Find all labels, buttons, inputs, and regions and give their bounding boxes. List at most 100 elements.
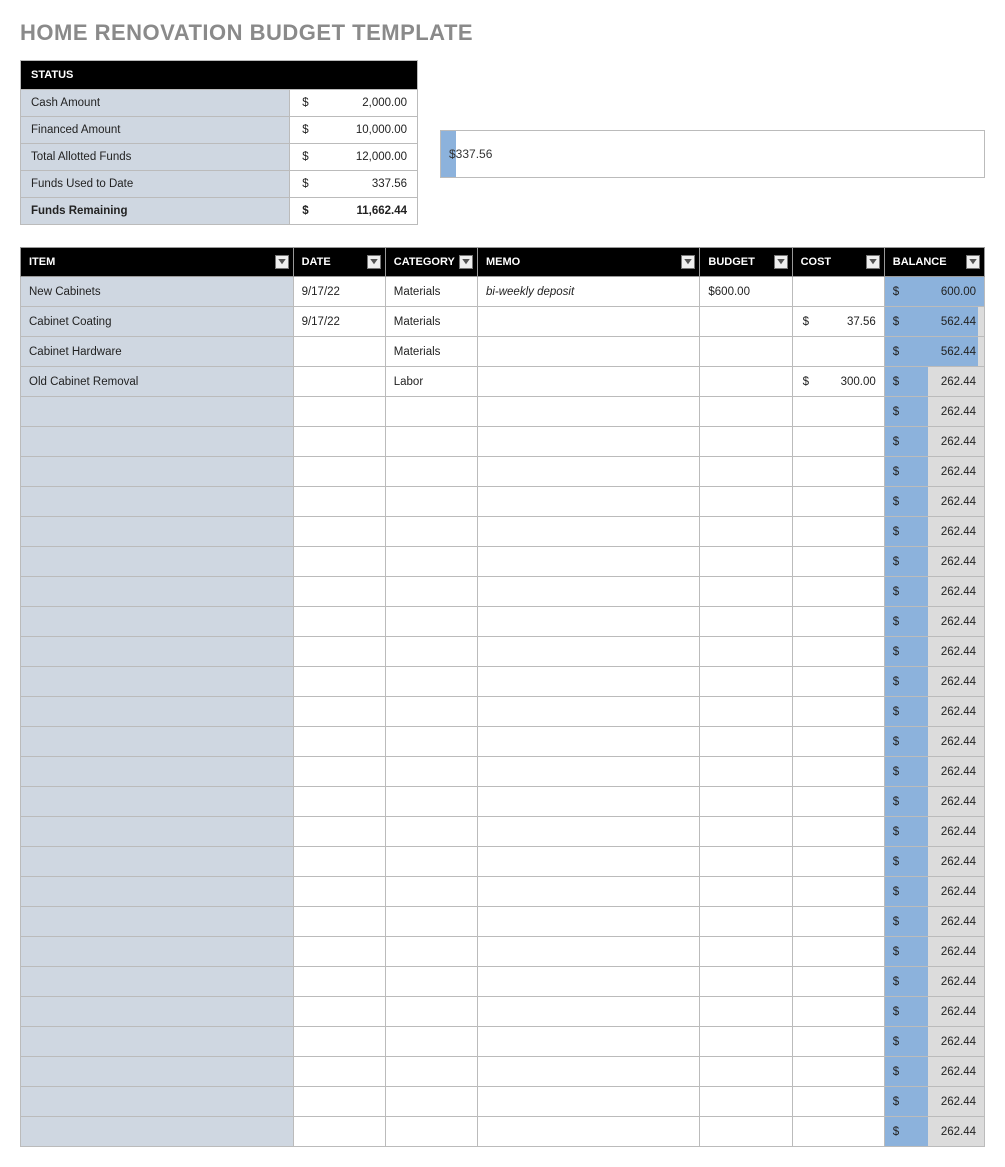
status-label[interactable]: Funds Remaining bbox=[21, 198, 290, 225]
cell-balance[interactable]: $262.44 bbox=[884, 787, 984, 817]
cell-item[interactable] bbox=[21, 727, 294, 757]
cell-balance[interactable]: $262.44 bbox=[884, 607, 984, 637]
cell-item[interactable] bbox=[21, 1057, 294, 1087]
cell-category[interactable] bbox=[385, 667, 477, 697]
filter-dropdown-icon[interactable] bbox=[866, 255, 880, 269]
cell-date[interactable] bbox=[293, 757, 385, 787]
cell-cost[interactable] bbox=[792, 907, 884, 937]
cell-budget[interactable] bbox=[700, 667, 792, 697]
cell-memo[interactable] bbox=[477, 1087, 699, 1117]
cell-balance[interactable]: $262.44 bbox=[884, 487, 984, 517]
cell-date[interactable] bbox=[293, 577, 385, 607]
cell-balance[interactable]: $262.44 bbox=[884, 367, 984, 397]
cell-budget[interactable] bbox=[700, 517, 792, 547]
cell-item[interactable] bbox=[21, 907, 294, 937]
cell-item[interactable] bbox=[21, 697, 294, 727]
cell-category[interactable] bbox=[385, 787, 477, 817]
cell-item[interactable] bbox=[21, 1117, 294, 1147]
cell-cost[interactable]: $37.56 bbox=[792, 307, 884, 337]
cell-item[interactable] bbox=[21, 1027, 294, 1057]
cell-cost[interactable] bbox=[792, 427, 884, 457]
cell-category[interactable] bbox=[385, 427, 477, 457]
cell-cost[interactable] bbox=[792, 667, 884, 697]
cell-memo[interactable] bbox=[477, 907, 699, 937]
cell-memo[interactable] bbox=[477, 727, 699, 757]
cell-date[interactable] bbox=[293, 427, 385, 457]
cell-memo[interactable] bbox=[477, 787, 699, 817]
cell-date[interactable] bbox=[293, 1117, 385, 1147]
cell-date[interactable] bbox=[293, 1057, 385, 1087]
cell-date[interactable] bbox=[293, 877, 385, 907]
cell-memo[interactable] bbox=[477, 757, 699, 787]
cell-item[interactable] bbox=[21, 457, 294, 487]
cell-cost[interactable] bbox=[792, 847, 884, 877]
cell-cost[interactable]: $300.00 bbox=[792, 367, 884, 397]
cell-date[interactable] bbox=[293, 457, 385, 487]
cell-budget[interactable] bbox=[700, 487, 792, 517]
cell-cost[interactable] bbox=[792, 787, 884, 817]
cell-category[interactable]: Materials bbox=[385, 277, 477, 307]
status-value[interactable]: $11,662.44 bbox=[290, 198, 418, 225]
cell-balance[interactable]: $262.44 bbox=[884, 817, 984, 847]
cell-memo[interactable] bbox=[477, 847, 699, 877]
cell-budget[interactable] bbox=[700, 757, 792, 787]
cell-memo[interactable] bbox=[477, 637, 699, 667]
cell-cost[interactable] bbox=[792, 757, 884, 787]
status-label[interactable]: Financed Amount bbox=[21, 117, 290, 144]
cell-item[interactable] bbox=[21, 877, 294, 907]
status-value[interactable]: $12,000.00 bbox=[290, 144, 418, 171]
cell-memo[interactable] bbox=[477, 427, 699, 457]
cell-category[interactable] bbox=[385, 1027, 477, 1057]
cell-balance[interactable]: $600.00 bbox=[884, 277, 984, 307]
cell-balance[interactable]: $262.44 bbox=[884, 457, 984, 487]
cell-category[interactable]: Labor bbox=[385, 367, 477, 397]
cell-budget[interactable] bbox=[700, 397, 792, 427]
cell-memo[interactable] bbox=[477, 1027, 699, 1057]
cell-balance[interactable]: $262.44 bbox=[884, 907, 984, 937]
cell-budget[interactable] bbox=[700, 577, 792, 607]
cell-budget[interactable] bbox=[700, 307, 792, 337]
cell-budget[interactable] bbox=[700, 877, 792, 907]
cell-cost[interactable] bbox=[792, 457, 884, 487]
cell-cost[interactable] bbox=[792, 1027, 884, 1057]
cell-balance[interactable]: $262.44 bbox=[884, 1117, 984, 1147]
cell-date[interactable] bbox=[293, 787, 385, 817]
cell-category[interactable] bbox=[385, 937, 477, 967]
cell-memo[interactable] bbox=[477, 697, 699, 727]
cell-date[interactable] bbox=[293, 697, 385, 727]
cell-category[interactable] bbox=[385, 727, 477, 757]
cell-budget[interactable]: $600.00 bbox=[700, 277, 792, 307]
cell-balance[interactable]: $262.44 bbox=[884, 577, 984, 607]
cell-category[interactable] bbox=[385, 757, 477, 787]
cell-date[interactable] bbox=[293, 817, 385, 847]
cell-balance[interactable]: $262.44 bbox=[884, 517, 984, 547]
cell-balance[interactable]: $262.44 bbox=[884, 547, 984, 577]
cell-date[interactable]: 9/17/22 bbox=[293, 277, 385, 307]
cell-balance[interactable]: $262.44 bbox=[884, 967, 984, 997]
cell-item[interactable]: Cabinet Hardware bbox=[21, 337, 294, 367]
cell-cost[interactable] bbox=[792, 487, 884, 517]
cell-category[interactable] bbox=[385, 487, 477, 517]
cell-cost[interactable] bbox=[792, 967, 884, 997]
filter-dropdown-icon[interactable] bbox=[774, 255, 788, 269]
cell-balance[interactable]: $262.44 bbox=[884, 997, 984, 1027]
cell-budget[interactable] bbox=[700, 637, 792, 667]
cell-category[interactable] bbox=[385, 997, 477, 1027]
cell-item[interactable] bbox=[21, 847, 294, 877]
cell-budget[interactable] bbox=[700, 427, 792, 457]
cell-balance[interactable]: $562.44 bbox=[884, 307, 984, 337]
cell-cost[interactable] bbox=[792, 937, 884, 967]
cell-category[interactable] bbox=[385, 397, 477, 427]
cell-memo[interactable] bbox=[477, 607, 699, 637]
cell-date[interactable] bbox=[293, 397, 385, 427]
cell-balance[interactable]: $262.44 bbox=[884, 937, 984, 967]
cell-cost[interactable] bbox=[792, 277, 884, 307]
filter-dropdown-icon[interactable] bbox=[459, 255, 473, 269]
cell-budget[interactable] bbox=[700, 607, 792, 637]
cell-category[interactable] bbox=[385, 697, 477, 727]
filter-dropdown-icon[interactable] bbox=[681, 255, 695, 269]
cell-memo[interactable] bbox=[477, 457, 699, 487]
cell-memo[interactable] bbox=[477, 487, 699, 517]
cell-cost[interactable] bbox=[792, 517, 884, 547]
cell-date[interactable] bbox=[293, 1027, 385, 1057]
